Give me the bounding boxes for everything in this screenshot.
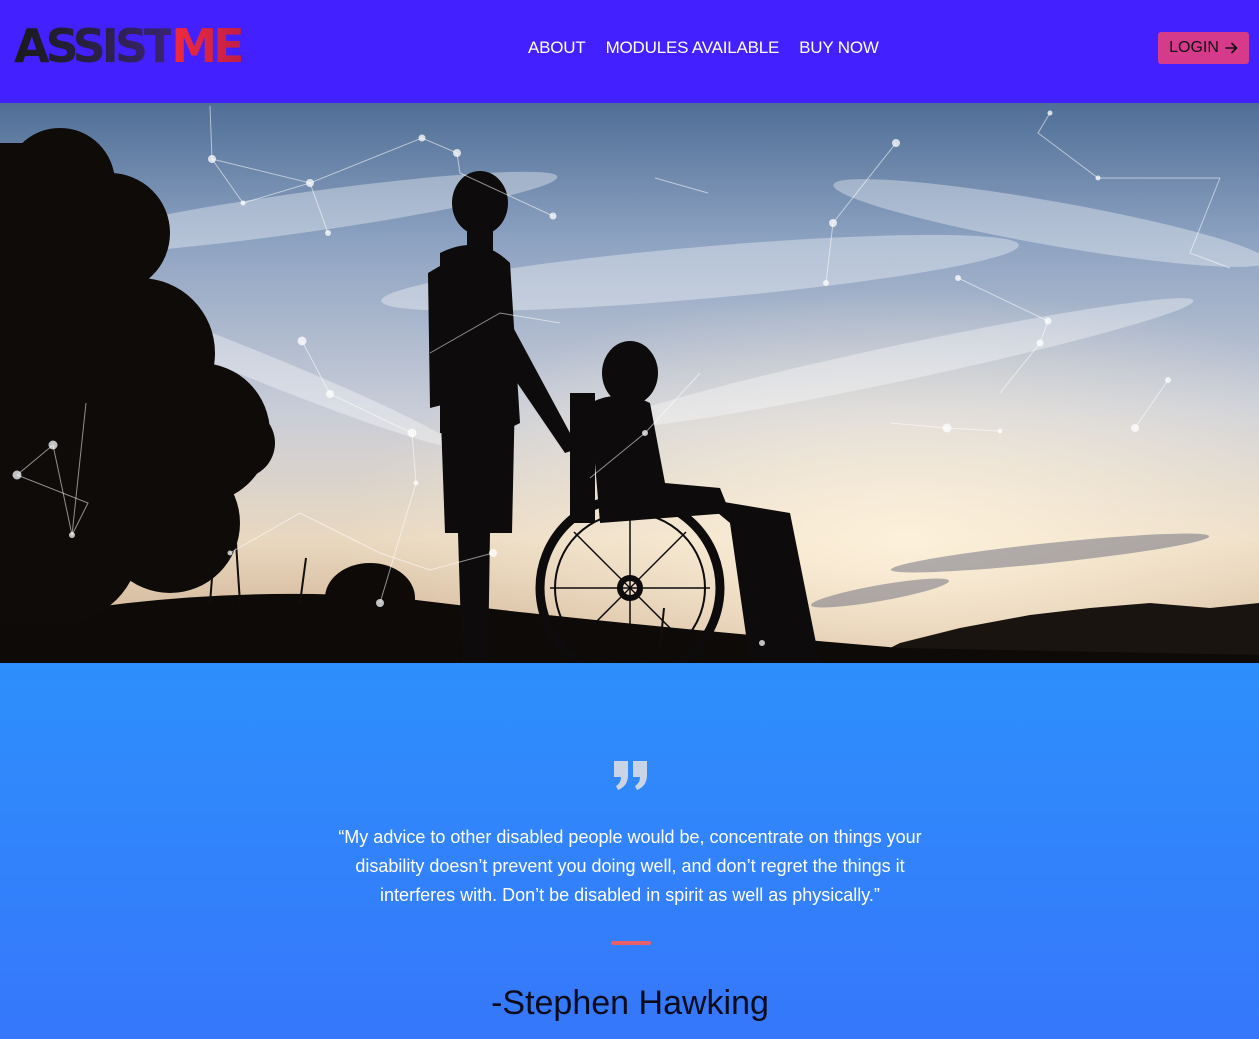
header: ASSISTME ABOUT MODULES AVAILABLE BUY NOW… <box>0 0 1259 103</box>
login-label: LOGIN <box>1169 39 1219 56</box>
quote-text: “My advice to other disabled people woul… <box>338 827 922 905</box>
nav-about[interactable]: ABOUT <box>528 38 586 58</box>
quote-icon <box>614 761 647 790</box>
hero-image <box>0 103 1259 663</box>
nav-modules-available[interactable]: MODULES AVAILABLE <box>606 38 780 58</box>
quote-section: “My advice to other disabled people woul… <box>0 663 1259 1039</box>
logo-me: ME <box>171 19 244 73</box>
login-button[interactable]: LOGIN <box>1158 32 1249 64</box>
nav-buy-now[interactable]: BUY NOW <box>799 38 879 58</box>
logo[interactable]: ASSISTME <box>14 18 245 74</box>
arrow-right-icon <box>1225 42 1238 54</box>
logo-assist: ASSIST <box>14 19 175 73</box>
quote-author: -Stephen Hawking <box>491 984 769 1022</box>
main-nav: ABOUT MODULES AVAILABLE BUY NOW <box>528 38 879 58</box>
quote-divider <box>611 941 651 945</box>
hero-banner <box>0 103 1259 663</box>
